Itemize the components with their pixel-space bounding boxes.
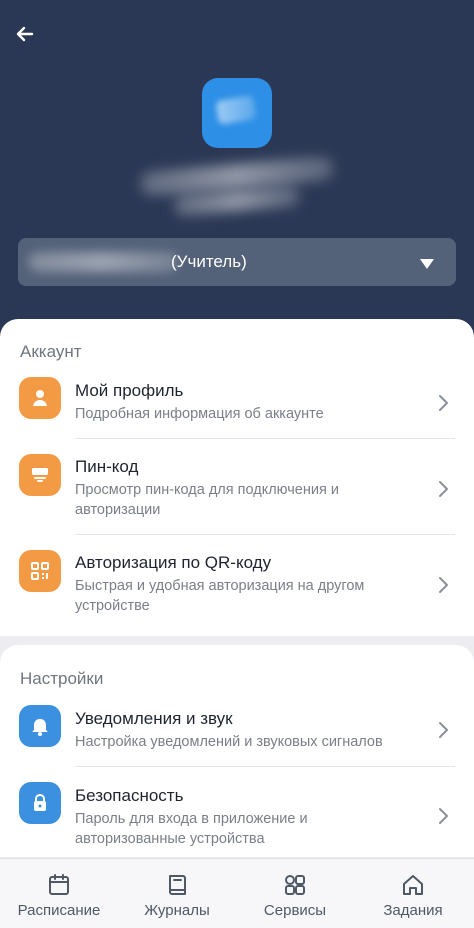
- my-profile-subtitle: Подробная информация об аккаунте: [75, 406, 324, 422]
- bottom-nav-journals-label: Журналы: [144, 902, 210, 919]
- profile-avatar: [202, 78, 272, 148]
- arrow-left-icon[interactable]: [12, 20, 40, 48]
- bell-icon: [19, 705, 61, 747]
- bottom-nav-services-label: Сервисы: [263, 902, 327, 919]
- home-icon: [403, 875, 423, 895]
- settings-section-title: Настройки: [20, 669, 104, 688]
- bottom-nav-journals[interactable]: Журналы: [118, 869, 236, 921]
- notifications-sound-menu-item[interactable]: Уведомления и звук Настройка уведомлений…: [0, 703, 474, 769]
- account-section: Аккаунт Мой профиль Подробная информация…: [0, 319, 474, 636]
- security-menu-item[interactable]: Безопасность Пароль для входа в приложен…: [0, 780, 474, 856]
- my-profile-menu-item[interactable]: Мой профиль Подробная информация об акка…: [0, 375, 474, 441]
- bottom-nav-tasks-label: Задания: [383, 902, 443, 919]
- pin-code-title: Пин-код: [75, 457, 139, 476]
- account-divider-1: [75, 438, 455, 439]
- lock-icon: [19, 782, 61, 824]
- security-title: Безопасность: [75, 786, 184, 805]
- bottom-nav-services[interactable]: Сервисы: [236, 869, 354, 921]
- book-icon: [169, 875, 186, 895]
- qr-authorization-subtitle: Быстрая и удобная авторизация на другом …: [75, 578, 365, 614]
- calendar-icon: [49, 874, 69, 895]
- chevron-right-icon: [439, 395, 448, 411]
- pin-device-icon: [19, 454, 61, 496]
- role-dropdown[interactable]: (Учитель): [18, 238, 456, 286]
- my-profile-title: Мой профиль: [75, 381, 184, 400]
- qr-authorization-menu-item[interactable]: Авторизация по QR-коду Быстрая и удобная…: [0, 548, 474, 634]
- settings-section: Настройки Уведомления и звук Настройка у…: [0, 645, 474, 857]
- blurred-account-name: [28, 252, 178, 272]
- chevron-right-icon: [439, 808, 448, 824]
- security-subtitle: Пароль для входа в приложение и авторизо…: [75, 811, 308, 847]
- chevron-right-icon: [439, 481, 448, 497]
- bottom-nav-tasks[interactable]: Задания: [354, 869, 472, 921]
- qr-code-icon: [19, 550, 61, 592]
- qr-authorization-title: Авторизация по QR-коду: [75, 553, 272, 572]
- profile-header: (Учитель): [0, 0, 474, 340]
- notifications-sound-subtitle: Настройка уведомлений и звуковых сигнало…: [75, 734, 383, 750]
- role-label: (Учитель): [171, 252, 247, 271]
- person-icon: [19, 377, 61, 419]
- pin-code-menu-item[interactable]: Пин-код Просмотр пин-кода для подключени…: [0, 452, 474, 538]
- account-section-title: Аккаунт: [20, 342, 82, 361]
- dropdown-caret-icon: [419, 257, 435, 269]
- bottom-nav-schedule-label: Расписание: [17, 902, 101, 919]
- notifications-sound-title: Уведомления и звук: [75, 709, 233, 728]
- chevron-right-icon: [439, 577, 448, 593]
- pin-code-subtitle: Просмотр пин-кода для подключения и авто…: [75, 482, 339, 518]
- bottom-nav-schedule[interactable]: Расписание: [0, 869, 118, 921]
- bottom-navigation: Расписание Журналы Сервисы Задания: [0, 858, 474, 928]
- account-divider-2: [75, 534, 455, 535]
- settings-divider: [75, 766, 455, 767]
- grid-icon: [285, 875, 305, 895]
- chevron-right-icon: [439, 722, 448, 738]
